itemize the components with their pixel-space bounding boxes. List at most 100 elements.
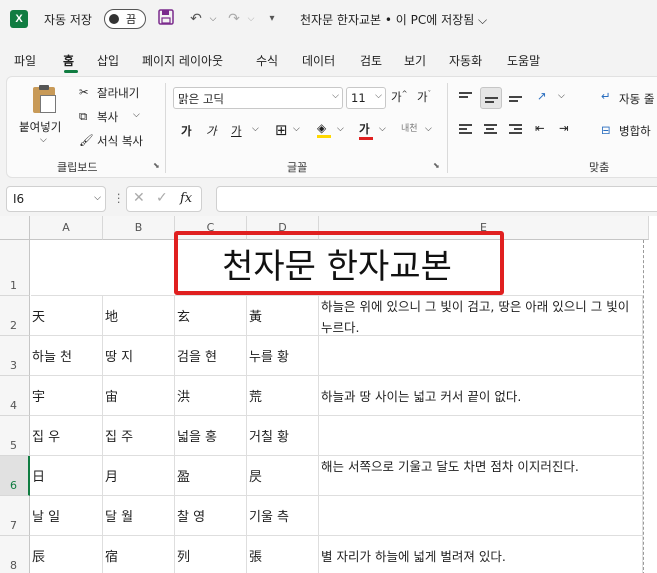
insert-function-button[interactable]: fx: [180, 191, 192, 206]
orientation-icon[interactable]: ↗: [537, 89, 547, 103]
cell-d6[interactable]: 昃: [247, 456, 319, 496]
name-box[interactable]: I6 ⌵: [6, 186, 106, 212]
paste-icon[interactable]: [31, 85, 57, 115]
cell-b8[interactable]: 宿: [103, 536, 175, 573]
orientation-dropdown-icon[interactable]: ⌵: [558, 91, 565, 101]
increase-indent-icon[interactable]: ⇥: [559, 121, 569, 135]
cell-e7[interactable]: [319, 496, 643, 536]
fill-color-dropdown-icon[interactable]: ⌵: [337, 124, 344, 134]
autosave-toggle[interactable]: 끔: [104, 9, 146, 29]
cell-a5[interactable]: 집 우: [30, 416, 103, 456]
tab-data[interactable]: 데이터: [302, 52, 335, 69]
italic-button[interactable]: 가: [206, 123, 217, 139]
cell-c6[interactable]: 盈: [175, 456, 247, 496]
row-header-4[interactable]: 4: [0, 376, 30, 416]
cell-e8[interactable]: 별 자리가 하늘에 넓게 벌려져 있다.: [319, 536, 643, 573]
fill-color-icon[interactable]: ◈: [317, 121, 331, 138]
clipboard-dialog-launcher-icon[interactable]: ⬊: [153, 161, 160, 170]
bold-button[interactable]: 가: [181, 123, 192, 139]
tab-review[interactable]: 검토: [360, 52, 382, 69]
cell-c7[interactable]: 찰 영: [175, 496, 247, 536]
cell-c3[interactable]: 검을 현: [175, 336, 247, 376]
tab-formulas[interactable]: 수식: [256, 52, 278, 69]
cell-e6[interactable]: 해는 서쪽으로 기울고 달도 차면 점차 이지러진다.: [319, 456, 643, 496]
formula-input[interactable]: [216, 186, 657, 212]
underline-button[interactable]: 가: [231, 123, 242, 139]
align-left-button[interactable]: [455, 119, 477, 141]
more-options-icon[interactable]: ⋮: [113, 191, 125, 205]
row-header-2[interactable]: 2: [0, 296, 30, 336]
font-color-icon[interactable]: 가: [359, 121, 373, 140]
merge-center-button[interactable]: 병합하: [619, 123, 651, 139]
select-all-button[interactable]: [0, 216, 30, 240]
paste-dropdown-icon[interactable]: ⌵: [40, 135, 47, 145]
tab-view[interactable]: 보기: [404, 52, 426, 69]
row-header-7[interactable]: 7: [0, 496, 30, 536]
redo-dropdown-icon[interactable]: ⌵: [241, 9, 261, 29]
cell-d3[interactable]: 누를 황: [247, 336, 319, 376]
align-bottom-button[interactable]: [505, 87, 527, 109]
save-icon[interactable]: [156, 9, 176, 29]
column-header-d[interactable]: D: [247, 216, 319, 240]
decrease-font-size-icon[interactable]: 가ˇ: [417, 89, 431, 105]
cell-d8[interactable]: 張: [247, 536, 319, 573]
cell-b2[interactable]: 地: [103, 296, 175, 336]
column-header-b[interactable]: B: [103, 216, 175, 240]
cell-e3[interactable]: [319, 336, 643, 376]
font-name-select[interactable]: 맑은 고딕 ⌵: [173, 87, 343, 109]
cell-e2[interactable]: 하늘은 위에 있으니 그 빛이 검고, 땅은 아래 있으니 그 빛이 누르다.: [319, 296, 643, 336]
tab-file[interactable]: 파일: [14, 52, 36, 69]
cell-b3[interactable]: 땅 지: [103, 336, 175, 376]
cell-a3[interactable]: 하늘 천: [30, 336, 103, 376]
cell-b5[interactable]: 집 주: [103, 416, 175, 456]
tab-page-layout[interactable]: 페이지 레이아웃: [142, 52, 223, 69]
customize-toolbar-icon[interactable]: ▾: [262, 9, 282, 29]
cell-b7[interactable]: 달 월: [103, 496, 175, 536]
increase-font-size-icon[interactable]: 가^: [391, 89, 407, 105]
column-header-a[interactable]: A: [30, 216, 103, 240]
tab-insert[interactable]: 삽입: [97, 52, 119, 69]
cell-d4[interactable]: 荒: [247, 376, 319, 416]
paste-button[interactable]: 붙여넣기: [19, 119, 61, 135]
align-right-button[interactable]: [505, 119, 527, 141]
wrap-text-button[interactable]: 자동 줄: [619, 91, 654, 107]
enter-icon[interactable]: ✓: [156, 190, 168, 206]
cell-c4[interactable]: 洪: [175, 376, 247, 416]
cell-a2[interactable]: 天: [30, 296, 103, 336]
undo-dropdown-icon[interactable]: ⌵: [203, 9, 223, 29]
cell-e4[interactable]: 하늘과 땅 사이는 넓고 커서 끝이 없다.: [319, 376, 643, 416]
cell-d5[interactable]: 거칠 황: [247, 416, 319, 456]
row-header-5[interactable]: 5: [0, 416, 30, 456]
cell-d2[interactable]: 黃: [247, 296, 319, 336]
cell-c2[interactable]: 玄: [175, 296, 247, 336]
copy-button[interactable]: 복사: [97, 109, 118, 125]
row-header-6[interactable]: 6: [0, 456, 30, 496]
borders-dropdown-icon[interactable]: ⌵: [293, 124, 300, 134]
cancel-icon[interactable]: ✕: [133, 190, 145, 206]
cell-b6[interactable]: 月: [103, 456, 175, 496]
font-size-select[interactable]: 11 ⌵: [346, 87, 386, 109]
cell-b4[interactable]: 宙: [103, 376, 175, 416]
cell-a8[interactable]: 辰: [30, 536, 103, 573]
borders-icon[interactable]: ⊞: [275, 121, 288, 139]
column-header-c[interactable]: C: [175, 216, 247, 240]
cell-d7[interactable]: 기울 측: [247, 496, 319, 536]
copy-dropdown-icon[interactable]: ⌵: [133, 110, 140, 120]
cell-a7[interactable]: 날 일: [30, 496, 103, 536]
align-top-button[interactable]: [455, 87, 477, 109]
cut-button[interactable]: 잘라내기: [97, 85, 139, 101]
tab-automate[interactable]: 자동화: [449, 52, 482, 69]
cell-a6[interactable]: 日: [30, 456, 103, 496]
row-header-8[interactable]: 8: [0, 536, 30, 573]
tab-help[interactable]: 도움말: [507, 52, 540, 69]
align-middle-button[interactable]: [480, 87, 502, 109]
row-header-1[interactable]: 1: [0, 240, 30, 296]
sheet-title-cell[interactable]: 천자문 한자교본: [31, 240, 643, 296]
document-title[interactable]: 천자문 한자교본 • 이 PC에 저장됨 ⌵: [300, 11, 487, 28]
tab-home[interactable]: 홈: [63, 52, 74, 69]
phonetic-dropdown-icon[interactable]: ⌵: [425, 124, 432, 134]
column-header-e[interactable]: E: [319, 216, 649, 240]
row-header-3[interactable]: 3: [0, 336, 30, 376]
decrease-indent-icon[interactable]: ⇤: [535, 121, 545, 135]
cell-e5[interactable]: [319, 416, 643, 456]
